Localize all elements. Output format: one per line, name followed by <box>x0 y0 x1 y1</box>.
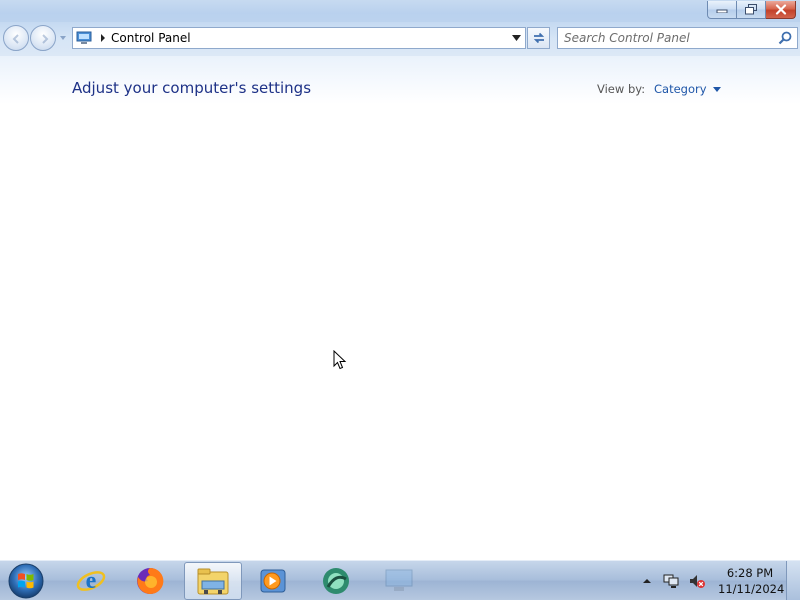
minimize-icon <box>716 9 728 13</box>
search-box[interactable] <box>557 27 798 49</box>
refresh-icon <box>533 32 544 44</box>
search-icon[interactable] <box>777 30 793 46</box>
control-panel-icon <box>76 31 92 44</box>
firefox-icon <box>137 567 164 594</box>
media-player-icon <box>260 569 286 593</box>
chevron-down-icon[interactable] <box>712 86 721 92</box>
back-arrow-icon <box>12 34 19 44</box>
forward-button[interactable] <box>30 25 56 51</box>
internet-explorer-icon: e <box>76 568 106 594</box>
app-icon <box>323 568 349 594</box>
clock-date: 11/11/2024 <box>718 582 785 596</box>
svg-text:e: e <box>86 568 97 594</box>
clock[interactable]: 6:28 PM 11/11/2024 <box>718 565 785 597</box>
start-button[interactable] <box>6 562 46 600</box>
close-button[interactable] <box>766 1 796 19</box>
navigation-bar: Control Panel <box>0 22 800 56</box>
taskbar-internet-explorer[interactable]: e <box>62 562 120 600</box>
back-button[interactable] <box>3 25 29 51</box>
restore-icon <box>745 4 757 15</box>
content-header: Adjust your computer's settings View by:… <box>0 56 800 104</box>
taskbar-firefox[interactable] <box>121 562 179 600</box>
taskbar-media-player[interactable] <box>244 562 302 600</box>
restore-button[interactable] <box>737 1 766 19</box>
address-bar[interactable]: Control Panel <box>72 27 526 49</box>
forward-arrow-icon <box>42 34 49 44</box>
network-icon[interactable] <box>662 572 680 590</box>
content-area <box>0 104 800 560</box>
show-desktop-button[interactable] <box>786 561 800 600</box>
minimize-button[interactable] <box>707 1 737 19</box>
breadcrumb-control-panel[interactable]: Control Panel <box>111 31 191 45</box>
breadcrumb-chevron-icon[interactable] <box>98 33 108 43</box>
windows-explorer-icon <box>197 568 229 595</box>
control-panel-icon <box>385 569 413 591</box>
view-by-label: View by: <box>597 82 646 96</box>
windows-start-orb-icon <box>8 563 44 599</box>
recent-pages-dropdown-icon[interactable] <box>59 34 67 42</box>
control-panel-window: Control Panel Adjust your computer's set… <box>0 0 800 560</box>
view-by-value[interactable]: Category <box>654 82 707 96</box>
title-bar[interactable] <box>0 0 800 22</box>
show-hidden-icons-icon[interactable] <box>642 576 652 586</box>
taskbar: e 6:28 PM 11/11/2024 <box>0 560 800 600</box>
clock-time: 6:28 PM <box>726 566 774 580</box>
mouse-cursor-icon <box>333 350 347 370</box>
view-by-dropdown[interactable]: Category <box>654 82 721 96</box>
refresh-button[interactable] <box>527 27 550 49</box>
system-tray: 6:28 PM 11/11/2024 <box>642 561 785 600</box>
page-title: Adjust your computer's settings <box>72 79 312 97</box>
search-input[interactable] <box>558 29 777 47</box>
caption-buttons <box>707 1 796 20</box>
volume-muted-icon[interactable] <box>688 572 706 590</box>
close-icon <box>775 4 786 15</box>
taskbar-app[interactable] <box>307 562 365 600</box>
taskbar-windows-explorer[interactable] <box>184 562 242 600</box>
taskbar-control-panel[interactable] <box>370 562 428 600</box>
address-dropdown-icon[interactable] <box>512 35 521 41</box>
